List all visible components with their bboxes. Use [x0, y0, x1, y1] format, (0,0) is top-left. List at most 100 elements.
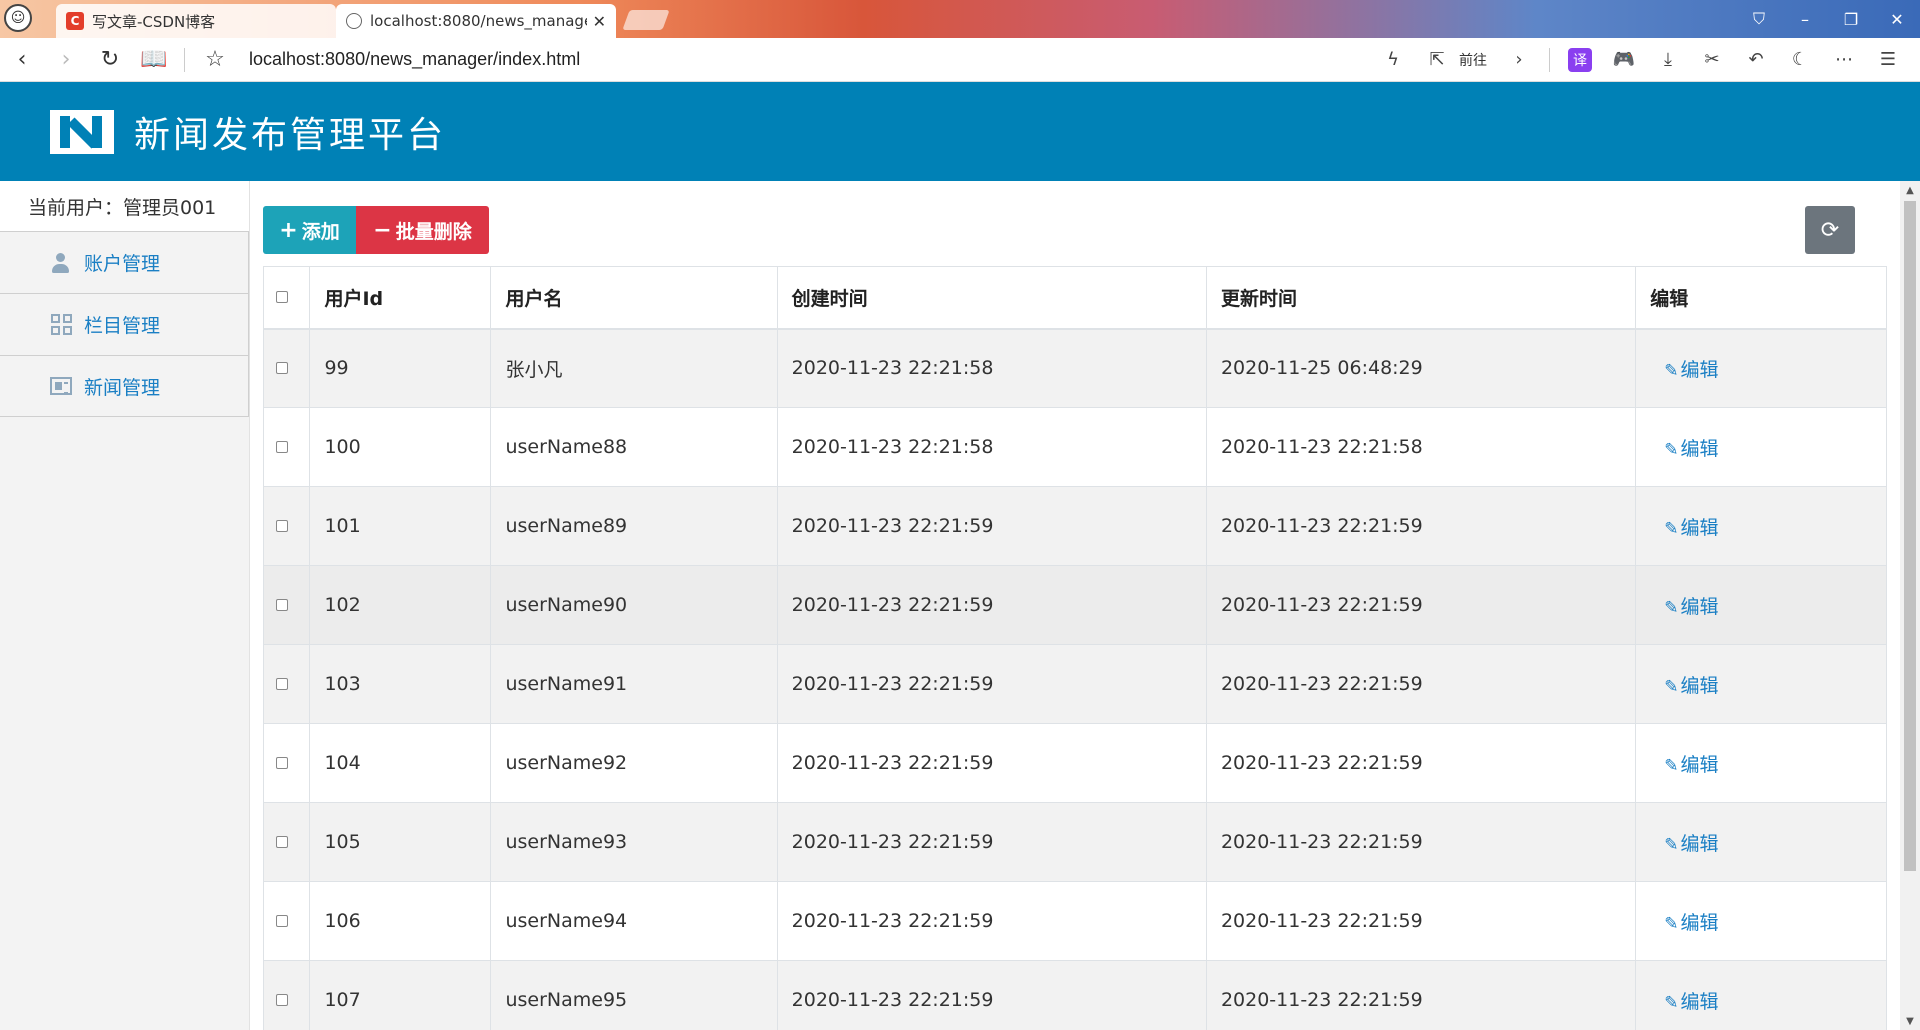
site-title: 新闻发布管理平台: [134, 114, 447, 156]
cell-user-id: 99: [309, 328, 492, 408]
edit-icon: ✎: [1664, 676, 1679, 697]
row-checkbox[interactable]: [276, 915, 288, 927]
row-checkbox[interactable]: [276, 362, 288, 375]
add-button[interactable]: + 添加: [263, 206, 356, 254]
back-icon[interactable]: ‹: [0, 38, 44, 82]
edit-link[interactable]: ✎ 编辑: [1664, 754, 1718, 776]
main-content: + 添加 − 批量删除 ⟳ 用户Id 用户名 创建时间 更新时间 编辑 99 张小…: [262, 181, 1887, 1030]
row-checkbox[interactable]: [276, 994, 288, 1006]
row-checkbox[interactable]: [276, 599, 288, 611]
translate-icon[interactable]: 译: [1558, 38, 1602, 82]
scroll-down-icon[interactable]: ▼: [1900, 1012, 1920, 1030]
cell-edit: ✎ 编辑: [1635, 486, 1887, 566]
cell-username: userName89: [490, 486, 778, 566]
goto-button[interactable]: 前往: [1459, 50, 1487, 70]
divider: [1549, 47, 1550, 72]
cell-edit: ✎ 编辑: [1635, 565, 1887, 645]
edit-label: 编辑: [1680, 358, 1719, 381]
table-row: 105 userName93 2020-11-23 22:21:59 2020-11-…: [262, 802, 1887, 882]
cell-updated: 2020-11-25 06:48:29: [1205, 328, 1637, 408]
batch-delete-label: 批量删除: [395, 220, 472, 243]
sidebar-item-news[interactable]: 新闻管理: [0, 355, 249, 417]
edit-link[interactable]: ✎ 编辑: [1664, 833, 1718, 855]
row-checkbox[interactable]: [276, 441, 288, 453]
sidebar-item-label: 新闻管理: [84, 376, 161, 399]
cell-edit: ✎ 编辑: [1635, 407, 1887, 487]
browser-avatar-icon[interactable]: ☺: [4, 4, 32, 32]
cell-updated: 2020-11-23 22:21:59: [1205, 960, 1637, 1030]
menu-icon[interactable]: ☰: [1866, 38, 1910, 82]
scroll-up-icon[interactable]: ▲: [1900, 181, 1920, 199]
chevron-right-icon[interactable]: ›: [1497, 38, 1541, 82]
header-user-id: 用户Id: [309, 266, 492, 330]
reload-icon[interactable]: ↻: [88, 38, 132, 82]
edit-link[interactable]: ✎ 编辑: [1664, 359, 1718, 381]
row-checkbox[interactable]: [276, 836, 288, 848]
edit-link[interactable]: ✎ 编辑: [1664, 438, 1718, 460]
minimize-icon[interactable]: –: [1782, 6, 1828, 32]
edit-label: 编辑: [1680, 753, 1719, 776]
globe-icon: [346, 13, 362, 29]
undo-icon[interactable]: ↶: [1734, 38, 1778, 82]
divider: [184, 47, 185, 72]
edit-link[interactable]: ✎ 编辑: [1664, 596, 1718, 618]
header-created: 创建时间: [776, 266, 1207, 330]
restore-icon[interactable]: ❐: [1828, 6, 1874, 32]
select-all-checkbox[interactable]: [276, 291, 288, 304]
cell-user-id: 100: [309, 407, 492, 487]
new-tab-button[interactable]: [622, 10, 670, 30]
cell-edit: ✎ 编辑: [1635, 328, 1887, 408]
browser-tab-news-manager[interactable]: localhost:8080/news_manager ✕: [336, 4, 616, 38]
browser-tabbar: ☺ C 写文章-CSDN博客 localhost:8080/news_manag…: [0, 0, 1920, 38]
page-scrollbar[interactable]: ▲ ▼: [1900, 181, 1920, 1030]
edit-link[interactable]: ✎ 编辑: [1664, 675, 1718, 697]
cell-created: 2020-11-23 22:21:59: [776, 723, 1207, 803]
download-icon[interactable]: ⤓: [1646, 38, 1690, 82]
sidebar-item-label: 栏目管理: [84, 315, 161, 337]
row-checkbox[interactable]: [276, 678, 288, 690]
edit-link[interactable]: ✎ 编辑: [1664, 912, 1718, 934]
sidebar-item-column[interactable]: 栏目管理: [0, 293, 249, 355]
tab-title: 写文章-CSDN博客: [92, 12, 216, 31]
edit-label: 编辑: [1680, 674, 1719, 697]
more-icon[interactable]: ⋯: [1822, 38, 1866, 82]
row-select-cell: [262, 486, 311, 566]
close-window-icon[interactable]: ✕: [1874, 6, 1920, 32]
row-checkbox[interactable]: [276, 520, 288, 532]
row-checkbox[interactable]: [276, 757, 288, 769]
cell-username: userName91: [490, 644, 778, 724]
cell-edit: ✎ 编辑: [1635, 723, 1887, 803]
bookmark-star-icon[interactable]: ☆: [193, 38, 237, 82]
lightning-icon[interactable]: ϟ: [1371, 38, 1415, 82]
reader-icon[interactable]: 📖: [132, 38, 176, 82]
table-header-row: 用户Id 用户名 创建时间 更新时间 编辑: [262, 266, 1887, 330]
cell-username: userName95: [490, 960, 778, 1030]
share-icon[interactable]: ⇱: [1415, 38, 1459, 82]
scissors-icon[interactable]: ✂: [1690, 38, 1734, 82]
edit-label: 编辑: [1680, 516, 1719, 539]
batch-delete-button[interactable]: − 批量删除: [356, 206, 489, 254]
table-row: 102 userName90 2020-11-23 22:21:59 2020-11-…: [262, 565, 1887, 645]
close-tab-icon[interactable]: ✕: [593, 12, 606, 31]
sidebar-item-account[interactable]: 账户管理: [0, 231, 249, 293]
edit-link[interactable]: ✎ 编辑: [1664, 991, 1718, 1013]
edit-icon: ✎: [1664, 755, 1679, 776]
csdn-favicon-icon: C: [66, 12, 84, 30]
cell-created: 2020-11-23 22:21:59: [776, 565, 1207, 645]
refresh-button[interactable]: ⟳: [1805, 206, 1855, 254]
moon-icon[interactable]: ☾: [1778, 38, 1822, 82]
gamepad-icon[interactable]: 🎮: [1602, 38, 1646, 82]
header-username: 用户名: [490, 266, 778, 330]
forward-icon[interactable]: ›: [44, 38, 88, 82]
cell-user-id: 106: [309, 881, 492, 961]
row-select-cell: [262, 960, 311, 1030]
browser-tab-csdn[interactable]: C 写文章-CSDN博客: [56, 4, 336, 38]
table-row: 107 userName95 2020-11-23 22:21:59 2020-11-…: [262, 960, 1887, 1030]
table-row: 106 userName94 2020-11-23 22:21:59 2020-11-…: [262, 881, 1887, 961]
url-input[interactable]: localhost:8080/news_manager/index.html: [249, 49, 1371, 70]
cell-username: userName93: [490, 802, 778, 882]
refresh-icon: ⟳: [1820, 217, 1840, 243]
scrollbar-thumb[interactable]: [1904, 201, 1916, 871]
skin-icon[interactable]: ⛉: [1736, 6, 1782, 32]
edit-link[interactable]: ✎ 编辑: [1664, 517, 1718, 539]
